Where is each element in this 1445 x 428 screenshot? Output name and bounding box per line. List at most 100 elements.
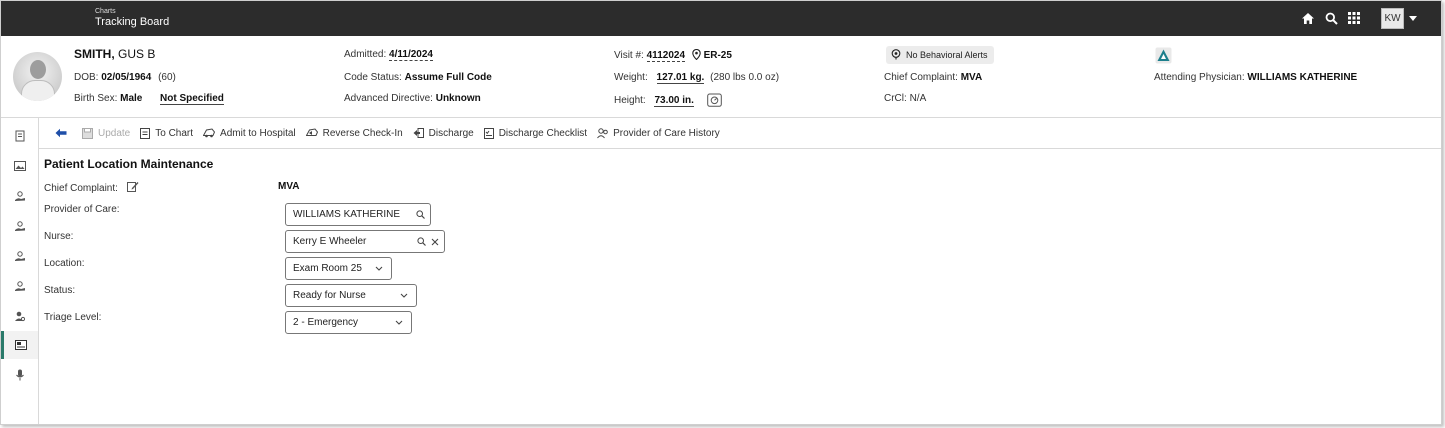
clear-icon[interactable] (431, 238, 439, 246)
action-toolbar: Update To Chart Admit to Hospital Revers… (39, 118, 1441, 149)
triage-level-value: 2 - Emergency (293, 317, 359, 328)
nurse-input[interactable]: Kerry E Wheeler (285, 230, 445, 253)
code-status-value: Assume Full Code (404, 72, 492, 83)
save-icon (82, 127, 93, 139)
triage-level-select[interactable]: 2 - Emergency (285, 311, 412, 334)
discharge-label: Discharge (428, 127, 474, 139)
ambulance-icon (203, 128, 216, 138)
chief-complaint-value: MVA (278, 181, 300, 192)
attending-field: Attending Physician: WILLIAMS KATHERINE (1154, 72, 1357, 83)
nav-document-icon[interactable] (1, 122, 38, 150)
crcl-field: CrCl: N/A (884, 93, 926, 104)
nav-location-maintenance-icon[interactable] (1, 331, 38, 359)
chevron-down-icon (400, 293, 408, 298)
visit-label: Visit #: (614, 50, 644, 61)
attending-value: WILLIAMS KATHERINE (1247, 72, 1358, 83)
location-value: Exam Room 25 (293, 263, 362, 274)
gender-identity-value[interactable]: Not Specified (160, 93, 224, 105)
back-button[interactable] (55, 128, 72, 138)
admit-to-hospital-button[interactable]: Admit to Hospital (203, 128, 296, 139)
height-value[interactable]: 73.00 in. (654, 95, 694, 107)
location-label: Location: (44, 258, 85, 269)
nav-services-icon[interactable] (1, 272, 38, 300)
top-icons: KW (1296, 7, 1417, 29)
back-arrow-icon (55, 128, 67, 138)
admitted-value[interactable]: 4/11/2024 (389, 49, 433, 61)
discharge-icon (413, 128, 424, 138)
nav-person-icon[interactable] (1, 302, 38, 330)
attending-label: Attending Physician: (1154, 72, 1245, 83)
chief-complaint-label-text: Chief Complaint: (44, 183, 118, 194)
patient-banner: SMITH, GUS B DOB: 02/05/1964 (60) Birth … (1, 36, 1441, 118)
gender-identity-field[interactable]: Not Specified (160, 93, 224, 105)
behavioral-alerts-badge[interactable]: No Behavioral Alerts (886, 46, 994, 64)
admit-label: Admit to Hospital (220, 127, 296, 139)
location-select[interactable]: Exam Room 25 (285, 257, 392, 280)
nav-image-icon[interactable] (1, 152, 38, 180)
to-chart-label: To Chart (155, 127, 194, 139)
page-title: Patient Location Maintenance (44, 157, 214, 171)
discharge-checklist-label: Discharge Checklist (498, 127, 588, 139)
patient-last-name: SMITH, (74, 47, 115, 61)
update-button[interactable]: Update (82, 127, 130, 139)
height-field: Height: 73.00 in. (614, 93, 722, 110)
measurement-icon[interactable] (706, 93, 722, 110)
nurse-value: Kerry E Wheeler (293, 236, 367, 247)
room-value: ER-25 (703, 50, 732, 61)
nav-hand-icon[interactable] (1, 182, 38, 210)
reverse-check-in-button[interactable]: Reverse Check-In (305, 127, 403, 139)
weight-field: Weight: 127.01 kg. (280 lbs 0.0 oz) (614, 72, 779, 84)
search-icon[interactable] (1320, 7, 1342, 29)
user-avatar-button[interactable]: KW (1381, 7, 1404, 29)
weight-label: Weight: (614, 72, 648, 83)
status-select[interactable]: Ready for Nurse (285, 284, 417, 307)
chief-complaint-banner-field: Chief Complaint: MVA (884, 72, 982, 83)
chevron-down-icon[interactable] (1409, 15, 1417, 21)
app-section: Charts (95, 8, 116, 15)
advanced-directive-label: Advanced Directive: (344, 93, 433, 104)
provider-history-icon (597, 127, 608, 139)
dob-value: 02/05/1964 (101, 72, 152, 83)
edit-icon[interactable] (126, 181, 139, 195)
discharge-checklist-button[interactable]: Discharge Checklist (483, 127, 588, 139)
reverse-icon (305, 128, 318, 138)
status-label: Status: (44, 285, 76, 296)
apps-grid-icon[interactable] (1343, 7, 1365, 29)
chevron-down-icon (395, 320, 403, 325)
home-icon[interactable] (1297, 7, 1319, 29)
provider-of-care-input[interactable]: WILLIAMS KATHERINE (285, 203, 431, 226)
nav-care-icon[interactable] (1, 212, 38, 240)
discharge-button[interactable]: Discharge (413, 128, 474, 139)
chief-complaint-banner-value: MVA (960, 72, 983, 83)
dob-field: DOB: 02/05/1964 (60) (74, 72, 176, 83)
code-status-field: Code Status: Assume Full Code (344, 72, 492, 83)
chart-icon (140, 127, 151, 139)
weight-value[interactable]: 127.01 kg. (656, 72, 705, 84)
nav-microphone-icon[interactable] (1, 361, 38, 389)
app-brand[interactable]: Charts Tracking Board (95, 8, 169, 28)
app-window: Charts Tracking Board KW SMITH, GUS B DO… (0, 0, 1442, 425)
left-nav (1, 118, 39, 424)
patient-name: SMITH, GUS B (74, 47, 155, 61)
to-chart-button[interactable]: To Chart (140, 127, 194, 139)
search-icon[interactable] (416, 210, 425, 219)
advanced-directive-field: Advanced Directive: Unknown (344, 93, 481, 104)
patient-first-name: GUS B (118, 47, 156, 61)
nav-treatment-icon[interactable] (1, 242, 38, 270)
nurse-label: Nurse: (44, 231, 74, 242)
age-value: (60) (158, 72, 176, 83)
provider-history-button[interactable]: Provider of Care History (597, 128, 720, 139)
birth-sex-label: Birth Sex: (74, 93, 118, 104)
top-bar: Charts Tracking Board KW (1, 1, 1441, 36)
visit-field: Visit #: 4112024 ER-25 (614, 48, 732, 63)
checklist-icon (483, 127, 494, 139)
crcl-label: CrCl: (884, 93, 907, 104)
crcl-value: N/A (909, 93, 927, 104)
search-icon[interactable] (417, 237, 426, 246)
dob-label: DOB: (74, 72, 99, 83)
patient-photo (13, 52, 62, 101)
triage-warning-icon[interactable] (1155, 47, 1172, 67)
reverse-check-in-label: Reverse Check-In (322, 127, 403, 139)
visit-number[interactable]: 4112024 (646, 50, 686, 62)
chief-complaint-banner-label: Chief Complaint: (884, 72, 958, 83)
